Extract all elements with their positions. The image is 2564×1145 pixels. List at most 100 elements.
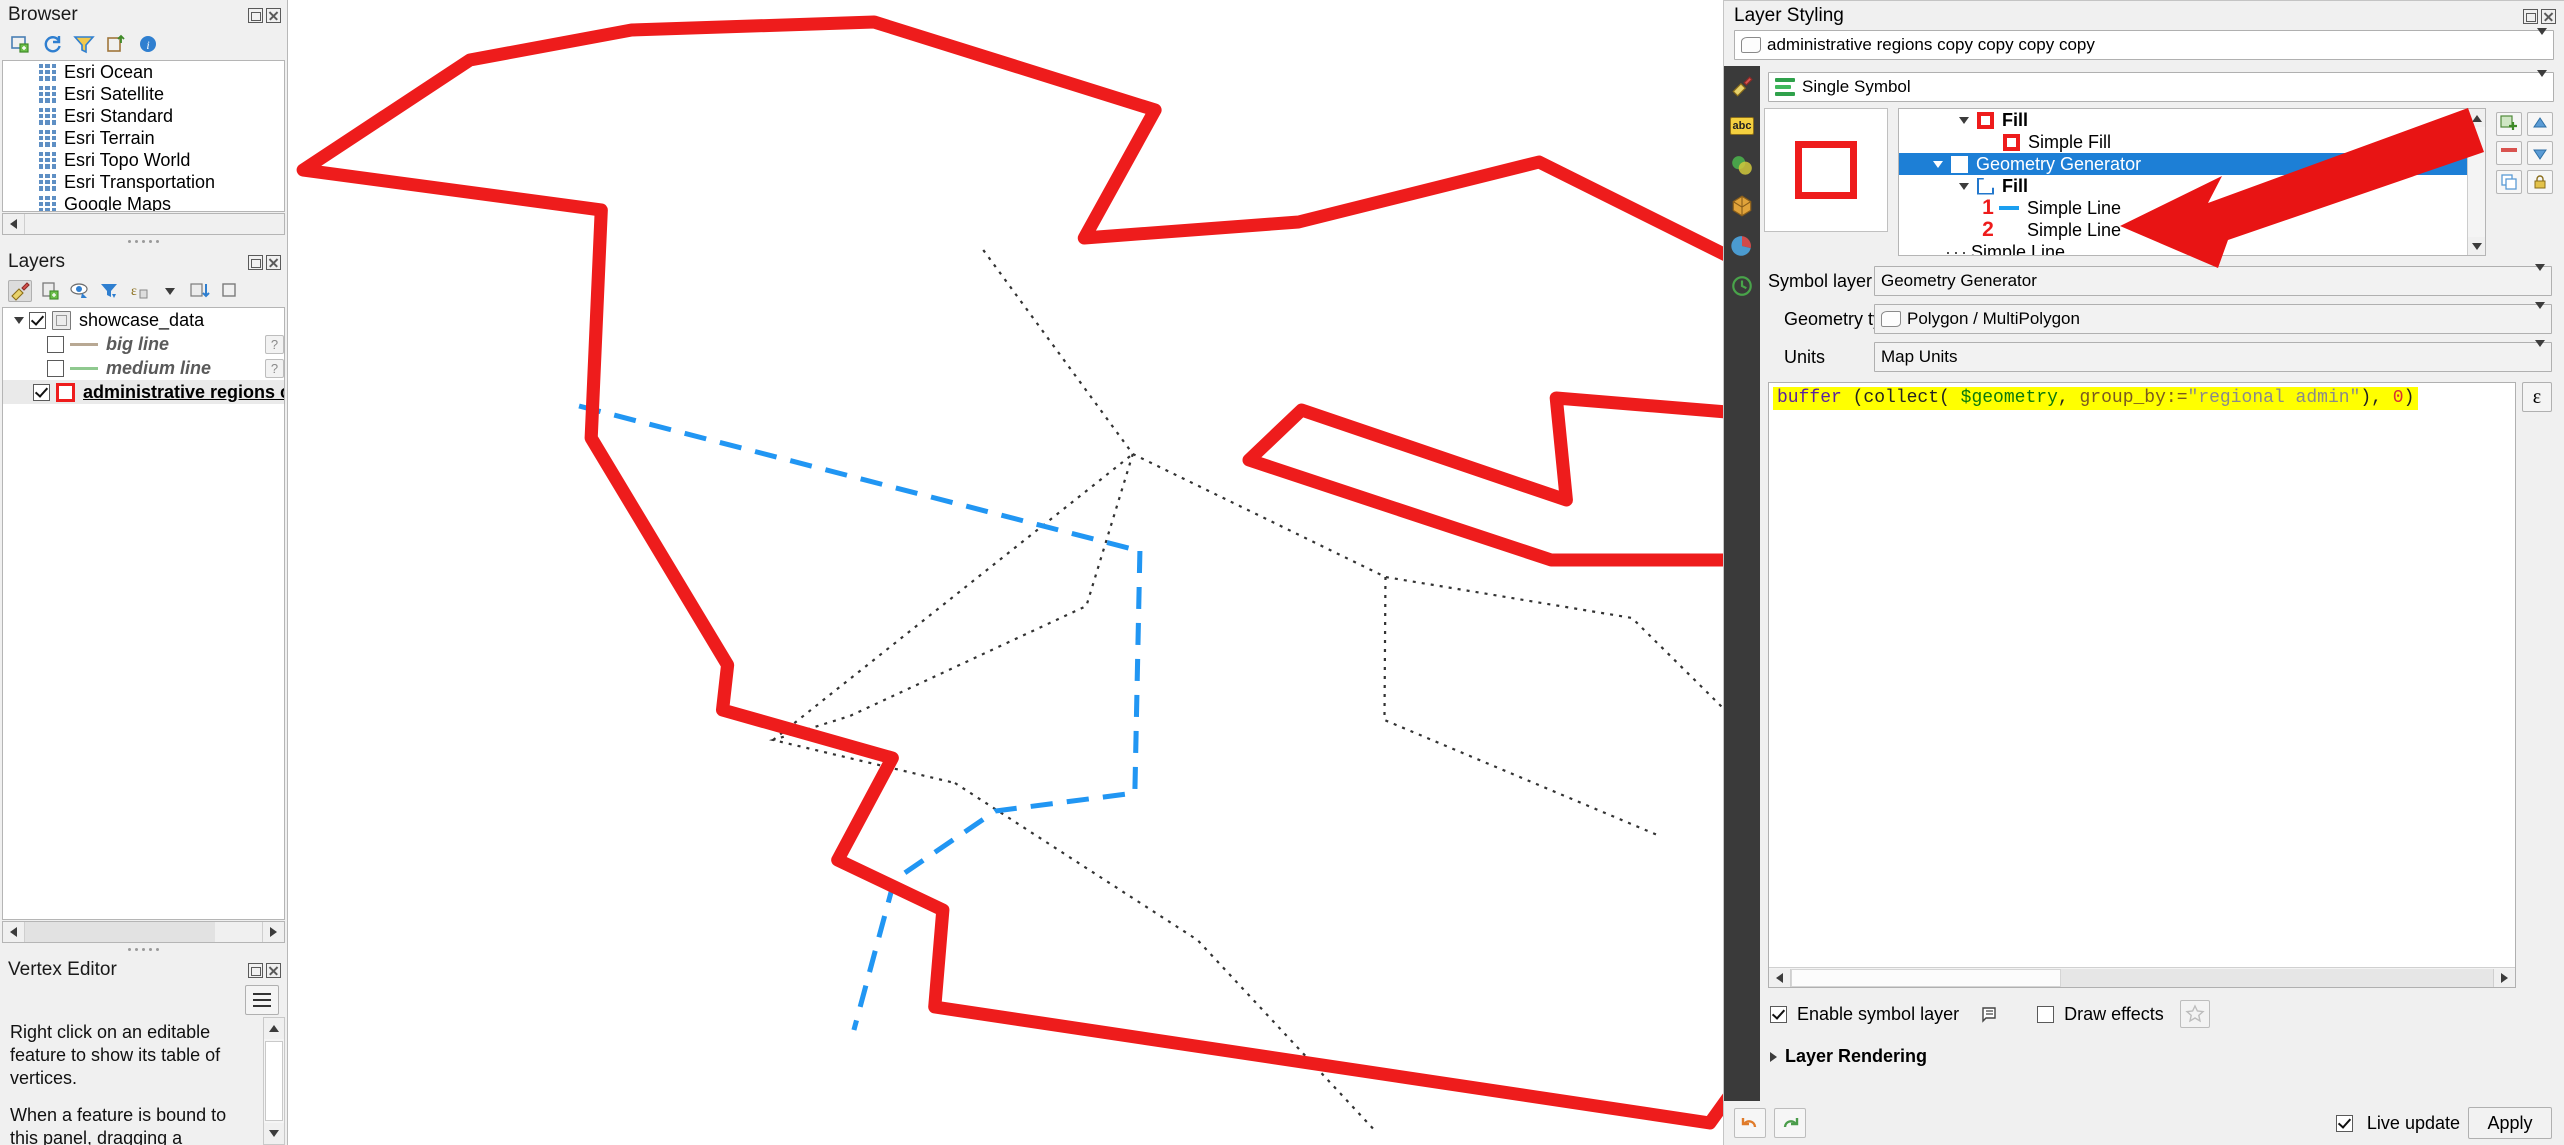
layer-help-badge[interactable]: ? [265, 358, 284, 378]
add-symbol-layer-button[interactable] [2496, 112, 2522, 136]
undo-button[interactable] [1734, 1108, 1766, 1138]
symbol-layer-tree[interactable]: Fill Simple Fill Geometry Generator Fill… [1898, 108, 2486, 256]
expand-collapse-icon[interactable] [9, 316, 29, 324]
customize-effects-button[interactable] [2179, 1000, 2210, 1028]
layers-close-button[interactable] [266, 254, 281, 270]
vertex-editor-scrollbar[interactable] [263, 1017, 285, 1145]
browser-item[interactable]: Esri Satellite [3, 83, 284, 105]
browser-item[interactable]: Google Maps [3, 193, 284, 211]
scroll-left-icon[interactable] [3, 214, 25, 234]
apply-button[interactable]: Apply [2468, 1107, 2552, 1139]
enable-symbol-layer-checkbox[interactable] [1770, 1005, 1787, 1023]
tab-history[interactable] [1727, 272, 1757, 300]
geometry-type-combobox[interactable]: Polygon / MultiPolygon [1874, 302, 2552, 334]
scroll-up-icon[interactable] [2468, 109, 2485, 127]
scroll-thumb[interactable] [265, 1040, 283, 1122]
lock-symbol-layer-button[interactable] [2527, 170, 2553, 194]
chevron-down-icon[interactable] [2535, 264, 2545, 291]
browser-float-button[interactable] [248, 7, 263, 23]
expand-collapse-icon[interactable] [1925, 160, 1951, 168]
layer-visibility-checkbox[interactable] [29, 311, 46, 329]
browser-tree[interactable]: Esri Ocean Esri Satellite Esri Standard … [2, 60, 285, 212]
symbol-tree-row[interactable]: 2 Simple Line [1899, 218, 2485, 241]
scroll-thumb[interactable] [1791, 968, 2061, 987]
properties-icon[interactable]: i [136, 33, 160, 55]
expression-horizontal-scrollbar[interactable] [1769, 967, 2515, 987]
layer-row[interactable]: medium line ? [3, 356, 284, 380]
chevron-right-icon[interactable] [1770, 1051, 1777, 1062]
symbol-tree-row[interactable]: ··· Simple Line [1899, 241, 2485, 256]
expression-text[interactable]: buffer (collect( $geometry, group_by:="r… [1773, 387, 2419, 410]
refresh-icon[interactable] [40, 33, 64, 55]
styling-panel-toggle-icon[interactable] [8, 280, 32, 302]
collapse-all-icon[interactable] [104, 33, 128, 55]
units-combobox[interactable]: Map Units [1874, 340, 2552, 372]
layer-help-badge[interactable]: ? [265, 334, 284, 354]
layer-visibility-checkbox[interactable] [47, 335, 64, 353]
tab-labels[interactable]: abc [1727, 112, 1757, 140]
duplicate-symbol-layer-button[interactable] [2496, 170, 2522, 194]
vertex-editor-float-button[interactable] [248, 962, 263, 978]
move-down-button[interactable] [2527, 141, 2553, 165]
browser-item[interactable]: Esri Topo World [3, 149, 284, 171]
chevron-down-icon[interactable] [2537, 28, 2547, 55]
layer-styling-close-button[interactable] [2541, 8, 2556, 24]
layer-selector-combobox[interactable]: administrative regions copy copy copy co… [1734, 28, 2554, 60]
remove-symbol-layer-button[interactable] [2496, 141, 2522, 165]
expression-editor[interactable]: buffer (collect( $geometry, group_by:="r… [1768, 382, 2516, 988]
chevron-down-icon[interactable] [2535, 340, 2545, 367]
live-update-checkbox[interactable] [2335, 1114, 2353, 1132]
expand-collapse-icon[interactable] [1951, 182, 1977, 190]
browser-item[interactable]: Esri Terrain [3, 127, 284, 149]
move-up-button[interactable] [2527, 112, 2553, 136]
vertex-editor-close-button[interactable] [266, 962, 281, 978]
scroll-up-icon[interactable] [264, 1018, 284, 1039]
browser-item[interactable]: Esri Standard [3, 105, 284, 127]
symbol-tree-scrollbar[interactable] [2467, 109, 2485, 255]
add-layer-icon[interactable] [8, 33, 32, 55]
panel-splitter-2[interactable] [0, 943, 287, 955]
draw-effects-checkbox[interactable] [2037, 1005, 2055, 1023]
remove-layer-icon[interactable] [218, 280, 242, 302]
panel-splitter[interactable] [0, 235, 287, 247]
browser-item[interactable]: Esri Transportation [3, 171, 284, 193]
map-canvas[interactable] [288, 0, 1724, 1145]
scroll-thumb[interactable] [25, 922, 215, 942]
tab-masks[interactable] [1727, 152, 1757, 180]
browser-close-button[interactable] [266, 7, 281, 23]
scroll-left-icon[interactable] [1769, 968, 1791, 987]
scroll-down-icon[interactable] [2468, 237, 2485, 255]
symbol-tree-row[interactable]: Fill [1899, 109, 2485, 131]
expand-all-dropdown-icon[interactable] [158, 280, 182, 302]
symbol-tree-row[interactable]: 1 Simple Line [1899, 196, 2485, 219]
symbol-tree-row[interactable]: Simple Fill [1899, 131, 2485, 153]
browser-item[interactable]: Esri Ocean [3, 61, 284, 83]
layers-horizontal-scrollbar[interactable] [2, 921, 285, 943]
tab-diagrams[interactable] [1727, 232, 1757, 260]
layer-rendering-section[interactable]: Layer Rendering [1760, 1028, 2564, 1067]
layer-styling-float-button[interactable] [2523, 8, 2538, 24]
browser-horizontal-scrollbar[interactable] [2, 213, 285, 235]
chevron-down-icon[interactable] [2537, 70, 2547, 97]
expression-builder-button[interactable]: ε [2522, 382, 2552, 412]
expand-all-icon[interactable] [188, 280, 212, 302]
layer-visibility-checkbox[interactable] [33, 383, 50, 401]
redo-button[interactable] [1774, 1108, 1806, 1138]
scroll-right-icon[interactable] [2493, 968, 2515, 987]
scroll-right-icon[interactable] [262, 922, 284, 942]
renderer-combobox[interactable]: Single Symbol [1768, 70, 2554, 102]
filter-legend-icon[interactable] [98, 280, 122, 302]
layer-row[interactable]: big line ? [3, 332, 284, 356]
symbol-tree-row[interactable]: Fill [1899, 175, 2485, 197]
symbol-layer-type-combobox[interactable]: Geometry Generator [1874, 264, 2552, 296]
scroll-left-icon[interactable] [3, 922, 25, 942]
layers-tree[interactable]: showcase_data big line ? medium line ? a… [2, 307, 285, 920]
chevron-down-icon[interactable] [2535, 302, 2545, 329]
filter-icon[interactable] [72, 33, 96, 55]
layer-row[interactable]: showcase_data [3, 308, 284, 332]
add-group-icon[interactable] [38, 280, 62, 302]
tab-symbology[interactable] [1727, 72, 1757, 100]
layer-row-administrative-regions[interactable]: administrative regions co ? c [3, 380, 284, 404]
hamburger-icon[interactable] [245, 985, 279, 1015]
layer-visibility-checkbox[interactable] [47, 359, 64, 377]
